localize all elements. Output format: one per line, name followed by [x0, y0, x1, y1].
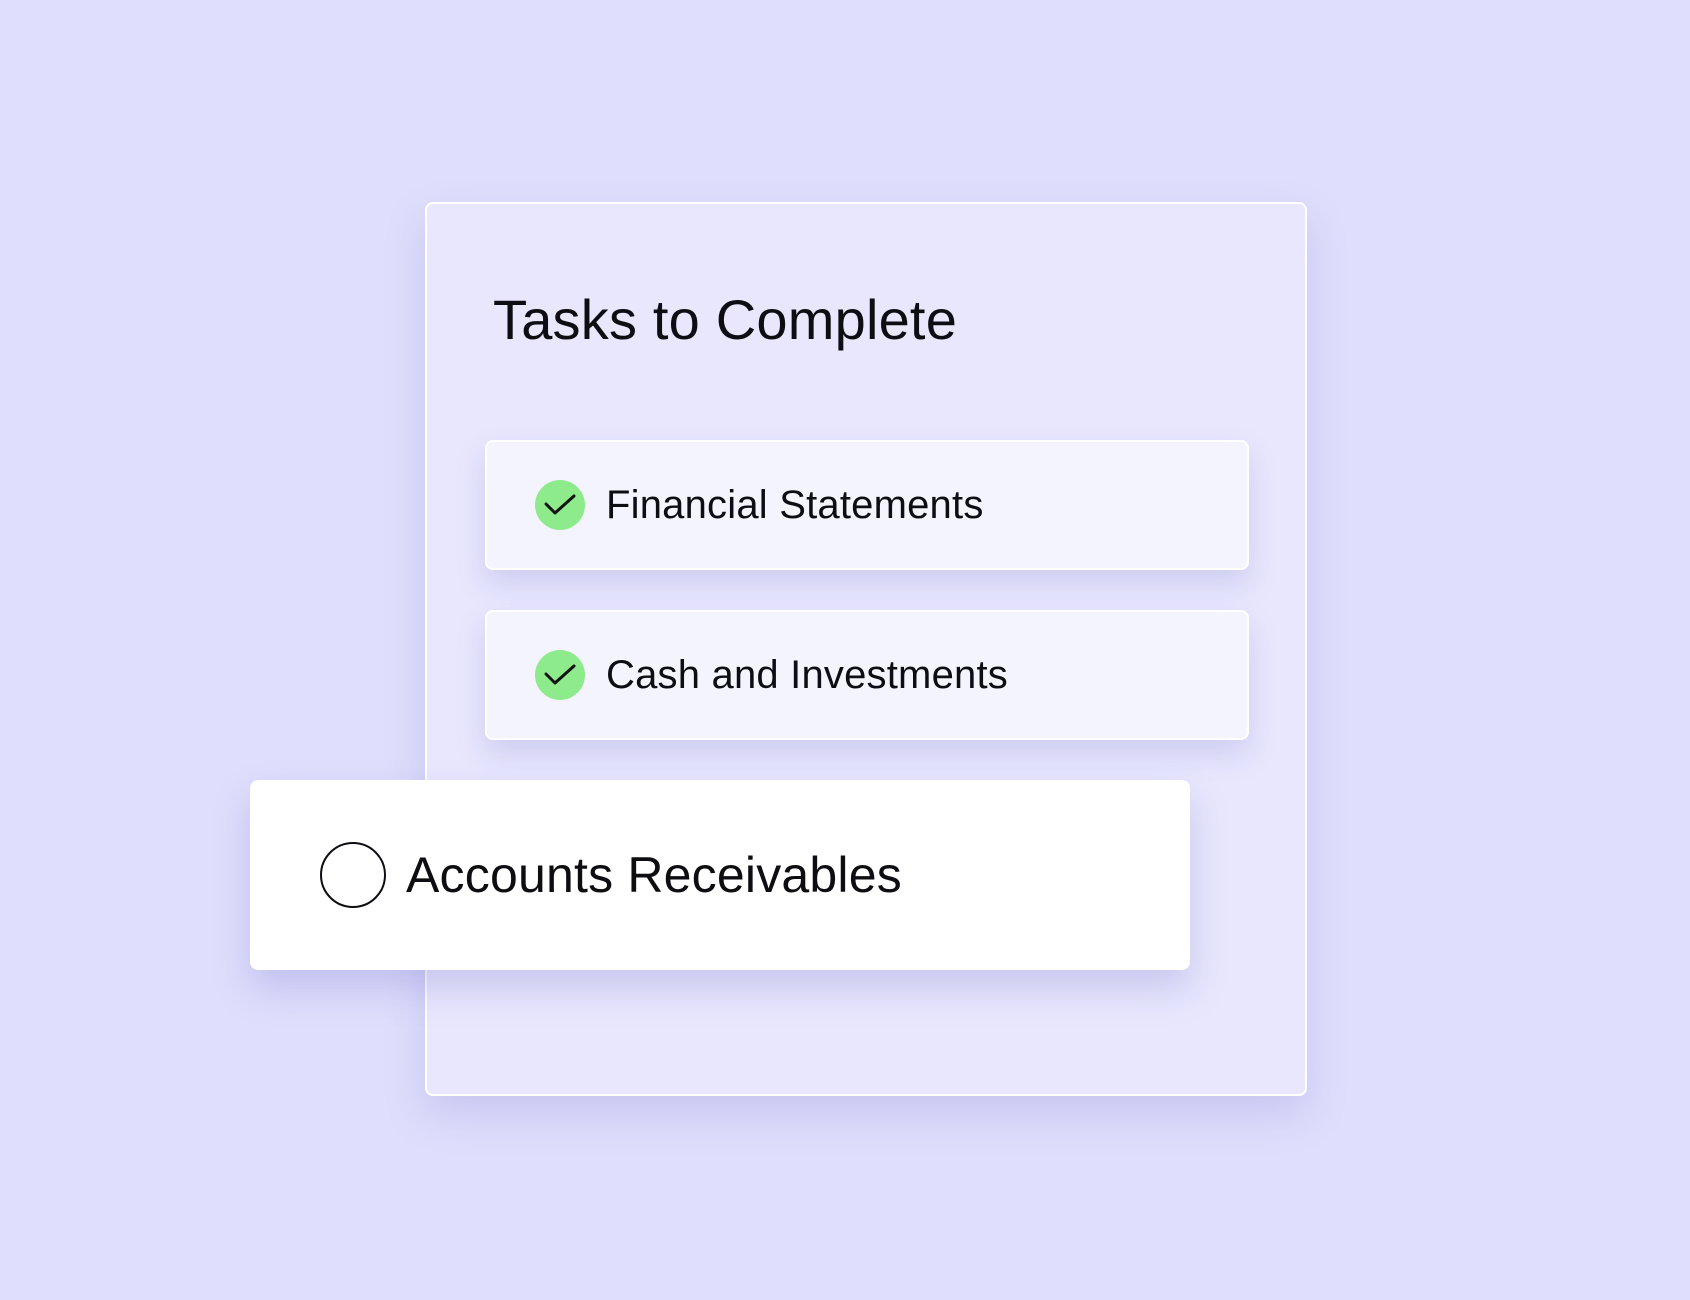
task-item-financial-statements[interactable]: Financial Statements [485, 440, 1249, 570]
task-item-accounts-receivables[interactable]: Accounts Receivables [250, 780, 1190, 970]
task-label: Accounts Receivables [406, 847, 902, 903]
task-item-cash-and-investments[interactable]: Cash and Investments [485, 610, 1249, 740]
task-label: Financial Statements [606, 483, 984, 527]
checkmark-icon[interactable] [535, 650, 585, 700]
panel-title: Tasks to Complete [493, 288, 958, 351]
checkmark-icon[interactable] [535, 480, 585, 530]
empty-circle-icon[interactable] [320, 842, 386, 908]
task-label: Cash and Investments [606, 653, 1008, 697]
